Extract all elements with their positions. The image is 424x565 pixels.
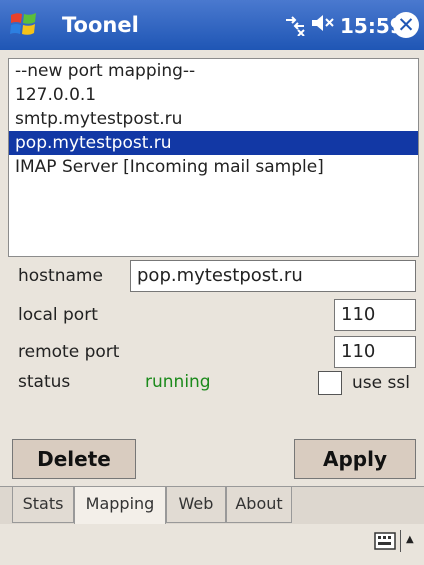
hostname-label: hostname xyxy=(18,266,103,286)
connectivity-icon[interactable] xyxy=(283,12,307,36)
list-item[interactable]: smtp.mytestpost.ru xyxy=(9,107,418,131)
tab-mapping[interactable]: Mapping xyxy=(74,487,166,525)
list-item-selected[interactable]: pop.mytestpost.ru xyxy=(9,131,418,155)
close-icon[interactable]: ✕ xyxy=(393,12,419,38)
status-value: running xyxy=(145,372,211,392)
menu-bar: ▲ xyxy=(0,524,424,565)
tab-web[interactable]: Web xyxy=(166,487,226,523)
title-bar: Toonel 15:59 ✕ xyxy=(0,0,424,50)
apply-button[interactable]: Apply xyxy=(294,439,416,479)
volume-icon[interactable] xyxy=(310,10,336,36)
delete-button[interactable]: Delete xyxy=(12,439,136,479)
app-title: Toonel xyxy=(62,13,139,37)
tab-strip: Stats Mapping Web About xyxy=(0,486,424,525)
menu-divider xyxy=(400,530,401,552)
use-ssl-checkbox[interactable] xyxy=(318,371,342,395)
hostname-field[interactable]: pop.mytestpost.ru xyxy=(130,260,416,292)
status-label: status xyxy=(18,372,71,392)
local-port-label: local port xyxy=(18,305,98,325)
list-item[interactable]: IMAP Server [Incoming mail sample] xyxy=(9,155,418,179)
menu-arrow-icon[interactable]: ▲ xyxy=(406,534,414,545)
tab-stats[interactable]: Stats xyxy=(12,487,74,523)
local-port-field[interactable]: 110 xyxy=(334,299,416,331)
remote-port-field[interactable]: 110 xyxy=(334,336,416,368)
windows-start-icon[interactable] xyxy=(8,8,40,40)
list-item[interactable]: --new port mapping-- xyxy=(9,59,418,83)
keyboard-icon[interactable] xyxy=(374,532,396,550)
list-item[interactable]: 127.0.0.1 xyxy=(9,83,418,107)
remote-port-label: remote port xyxy=(18,342,120,362)
tab-about[interactable]: About xyxy=(226,487,292,523)
port-mapping-list[interactable]: --new port mapping-- 127.0.0.1 smtp.myte… xyxy=(8,58,419,257)
use-ssl-label[interactable]: use ssl xyxy=(352,373,410,393)
